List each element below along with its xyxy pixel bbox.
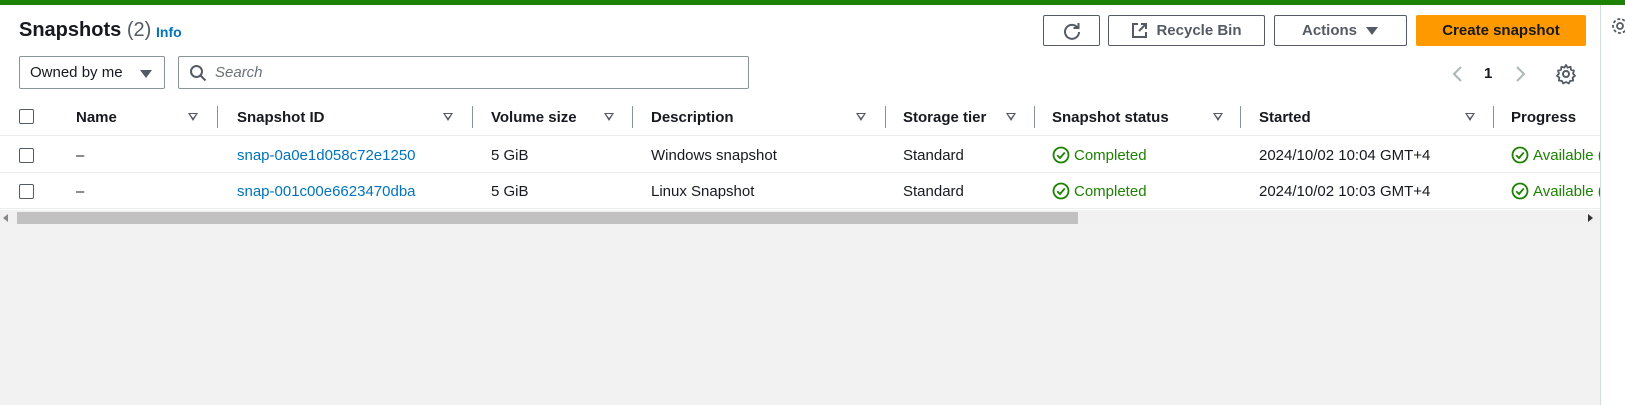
search-icon	[190, 64, 207, 81]
owner-filter-value: Owned by me	[30, 64, 123, 81]
cell-storage-tier: Standard	[903, 182, 964, 200]
actions-label: Actions	[1301, 22, 1357, 39]
side-panel-rail	[1600, 5, 1625, 405]
sort-icon[interactable]	[1465, 113, 1475, 121]
column-header-name[interactable]: Name	[76, 98, 117, 136]
cell-snapshot-status: Completed	[1052, 173, 1147, 209]
chevron-right-icon[interactable]	[1512, 65, 1528, 83]
refresh-button[interactable]	[1043, 15, 1100, 46]
snapshots-panel: Snapshots (2) Info Recycle Bin Actions C…	[0, 5, 1600, 225]
search-box[interactable]	[178, 56, 749, 89]
check-circle-icon	[1511, 182, 1529, 200]
progress-text: Available (100%)	[1533, 182, 1600, 200]
cell-description: Linux Snapshot	[651, 182, 755, 200]
recycle-bin-label: Recycle Bin	[1156, 22, 1242, 39]
cell-progress: Available (100%)	[1511, 173, 1600, 209]
scroll-right-arrow-icon[interactable]	[1588, 214, 1593, 222]
sort-icon[interactable]	[443, 113, 453, 121]
column-header-volume-size[interactable]: Volume size	[491, 98, 577, 136]
column-separator[interactable]	[1034, 106, 1035, 128]
column-separator[interactable]	[632, 106, 633, 128]
page-title-text: Snapshots	[19, 19, 122, 41]
current-page-number[interactable]: 1	[1484, 65, 1492, 82]
sort-icon[interactable]	[856, 113, 866, 121]
search-input[interactable]	[215, 64, 735, 81]
table-row[interactable]: – snap-0a0e1d058c72e1250 5 GiB Windows s…	[0, 137, 1600, 173]
column-separator[interactable]	[1240, 106, 1241, 128]
chevron-left-icon[interactable]	[1450, 65, 1466, 83]
horizontal-scrollbar[interactable]	[0, 210, 1600, 225]
column-header-description[interactable]: Description	[651, 98, 734, 136]
column-separator[interactable]	[1493, 106, 1494, 128]
info-link[interactable]: Info	[156, 24, 182, 40]
cell-started: 2024/10/02 10:04 GMT+4	[1259, 146, 1431, 164]
cell-name: –	[76, 146, 85, 164]
owner-filter-select[interactable]: Owned by me	[19, 56, 165, 89]
table-row[interactable]: – snap-001c00e6623470dba 5 GiB Linux Sna…	[0, 173, 1600, 209]
column-separator[interactable]	[885, 106, 886, 128]
table-header: Name Snapshot ID Volume size Description…	[0, 98, 1600, 136]
column-header-snapshot-status[interactable]: Snapshot status	[1052, 98, 1169, 136]
column-header-snapshot-id[interactable]: Snapshot ID	[237, 98, 325, 136]
cell-snapshot-id-link[interactable]: snap-0a0e1d058c72e1250	[237, 137, 416, 173]
caret-down-icon	[140, 70, 152, 78]
cell-progress: Available (100%)	[1511, 137, 1600, 173]
gear-icon[interactable]	[1611, 17, 1625, 35]
cell-name: –	[76, 182, 85, 200]
status-text: Completed	[1074, 182, 1147, 200]
column-header-started[interactable]: Started	[1259, 98, 1311, 136]
gear-icon[interactable]	[1555, 63, 1577, 85]
column-header-progress[interactable]: Progress	[1511, 98, 1576, 136]
cell-snapshot-status: Completed	[1052, 137, 1147, 173]
create-snapshot-button[interactable]: Create snapshot	[1416, 15, 1586, 46]
select-all-checkbox[interactable]	[19, 109, 34, 124]
actions-button[interactable]: Actions	[1274, 15, 1407, 46]
progress-text: Available (100%)	[1533, 146, 1600, 164]
row-checkbox[interactable]	[19, 184, 34, 199]
sort-icon[interactable]	[604, 113, 614, 121]
column-separator[interactable]	[472, 106, 473, 128]
panel-content: Snapshots (2) Info Recycle Bin Actions C…	[0, 5, 1600, 225]
check-circle-icon	[1052, 182, 1070, 200]
refresh-icon	[1063, 22, 1080, 40]
status-text: Completed	[1074, 146, 1147, 164]
scrollbar-thumb[interactable]	[17, 212, 1078, 224]
check-circle-icon	[1052, 146, 1070, 164]
scroll-left-arrow-icon[interactable]	[3, 214, 8, 222]
snapshot-count: (2)	[126, 19, 152, 41]
cell-snapshot-id-link[interactable]: snap-001c00e6623470dba	[237, 173, 416, 209]
sort-icon[interactable]	[188, 113, 198, 121]
cell-storage-tier: Standard	[903, 146, 964, 164]
check-circle-icon	[1511, 146, 1529, 164]
cell-volume-size: 5 GiB	[491, 182, 529, 200]
sort-icon[interactable]	[1213, 113, 1223, 121]
page-title: Snapshots (2)	[19, 19, 151, 42]
recycle-bin-button[interactable]: Recycle Bin	[1108, 15, 1265, 46]
cell-started: 2024/10/02 10:03 GMT+4	[1259, 182, 1431, 200]
column-header-storage-tier[interactable]: Storage tier	[903, 98, 986, 136]
sort-icon[interactable]	[1006, 113, 1016, 121]
column-separator[interactable]	[217, 106, 218, 128]
external-link-icon	[1132, 23, 1148, 38]
caret-down-icon	[1366, 26, 1378, 35]
cell-description: Windows snapshot	[651, 146, 777, 164]
cell-volume-size: 5 GiB	[491, 146, 529, 164]
row-checkbox[interactable]	[19, 148, 34, 163]
